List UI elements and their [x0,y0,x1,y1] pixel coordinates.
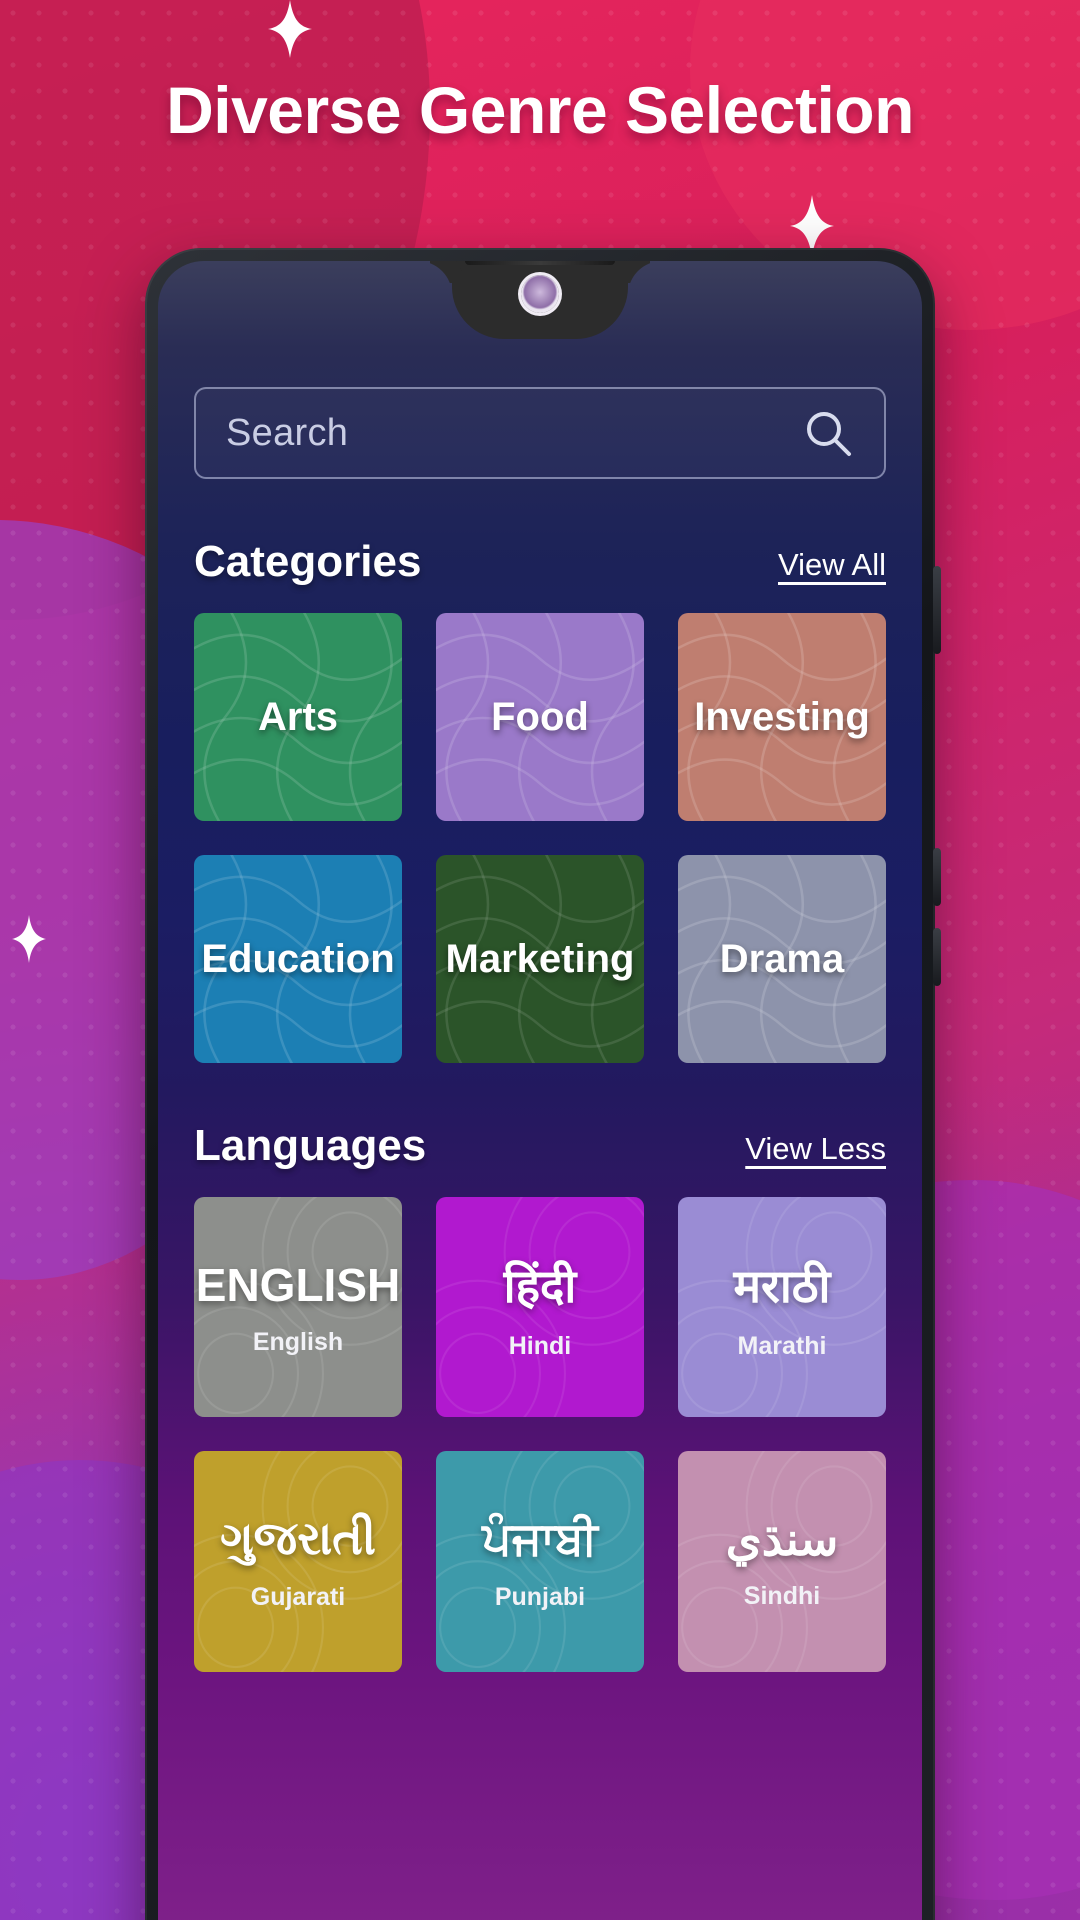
language-native-label: ગુજરાતી [220,1512,376,1565]
search-placeholder-text: Search [226,411,349,454]
categories-title: Categories [194,537,422,586]
category-tile-label: Education [201,937,395,981]
languages-view-less-link[interactable]: View Less [745,1131,886,1171]
category-tile[interactable]: Arts [194,613,402,821]
category-tile[interactable]: Food [436,613,644,821]
phone-screen: Search Categories View All Arts Food Inv… [158,261,922,1920]
sparkle-icon [12,915,46,963]
sparkle-icon [268,0,312,58]
camera-notch [452,261,628,339]
language-english-label: Hindi [508,1331,572,1360]
category-tile-label: Drama [719,937,845,981]
language-tile[interactable]: हिंदी Hindi [436,1197,644,1418]
phone-power-button[interactable] [933,566,941,654]
language-english-label: Sindhi [743,1582,821,1611]
language-english-label: Punjabi [494,1583,586,1612]
categories-view-all-link[interactable]: View All [778,547,886,587]
category-tile-label: Marketing [445,937,635,981]
category-tile[interactable]: Education [194,855,402,1063]
languages-grid: ENGLISH English हिंदी Hindi मराठी Marath… [194,1197,886,1672]
category-tile-label: Food [491,695,589,739]
language-english-label: English [252,1327,344,1356]
front-camera-icon [521,275,559,313]
language-tile[interactable]: ਪੰਜਾਬੀ Punjabi [436,1451,644,1672]
language-native-label: سنڌي [725,1513,839,1566]
language-native-label: हिंदी [503,1259,577,1312]
category-tile-label: Arts [257,695,339,739]
category-tile[interactable]: Drama [678,855,886,1063]
language-tile[interactable]: ENGLISH English [194,1197,402,1418]
earpiece-speaker [465,261,615,265]
categories-grid: Arts Food Investing Education Marketing … [194,613,886,1063]
category-tile[interactable]: Marketing [436,855,644,1063]
phone-volume-down-button[interactable] [933,928,941,986]
language-english-label: Marathi [737,1331,827,1360]
category-tile[interactable]: Investing [678,613,886,821]
category-tile-label: Investing [694,695,870,739]
phone-mockup: Search Categories View All Arts Food Inv… [145,248,941,1920]
phone-volume-up-button[interactable] [933,848,941,906]
language-english-label: Gujarati [250,1583,346,1612]
language-native-label: मराठी [733,1259,831,1312]
languages-title: Languages [194,1121,427,1170]
app-content: Search Categories View All Arts Food Inv… [158,387,922,1672]
language-native-label: ਪੰਜਾਬੀ [482,1512,598,1565]
search-icon[interactable] [802,407,854,459]
page-title: Diverse Genre Selection [166,73,914,147]
language-native-label: ENGLISH [195,1258,401,1311]
language-tile[interactable]: मराठी Marathi [678,1197,886,1418]
search-input[interactable]: Search [194,387,886,479]
language-tile[interactable]: ગુજરાતી Gujarati [194,1451,402,1672]
categories-section-header: Categories View All [194,537,886,587]
language-tile[interactable]: سنڌي Sindhi [678,1451,886,1672]
languages-section-header: Languages View Less [194,1121,886,1171]
